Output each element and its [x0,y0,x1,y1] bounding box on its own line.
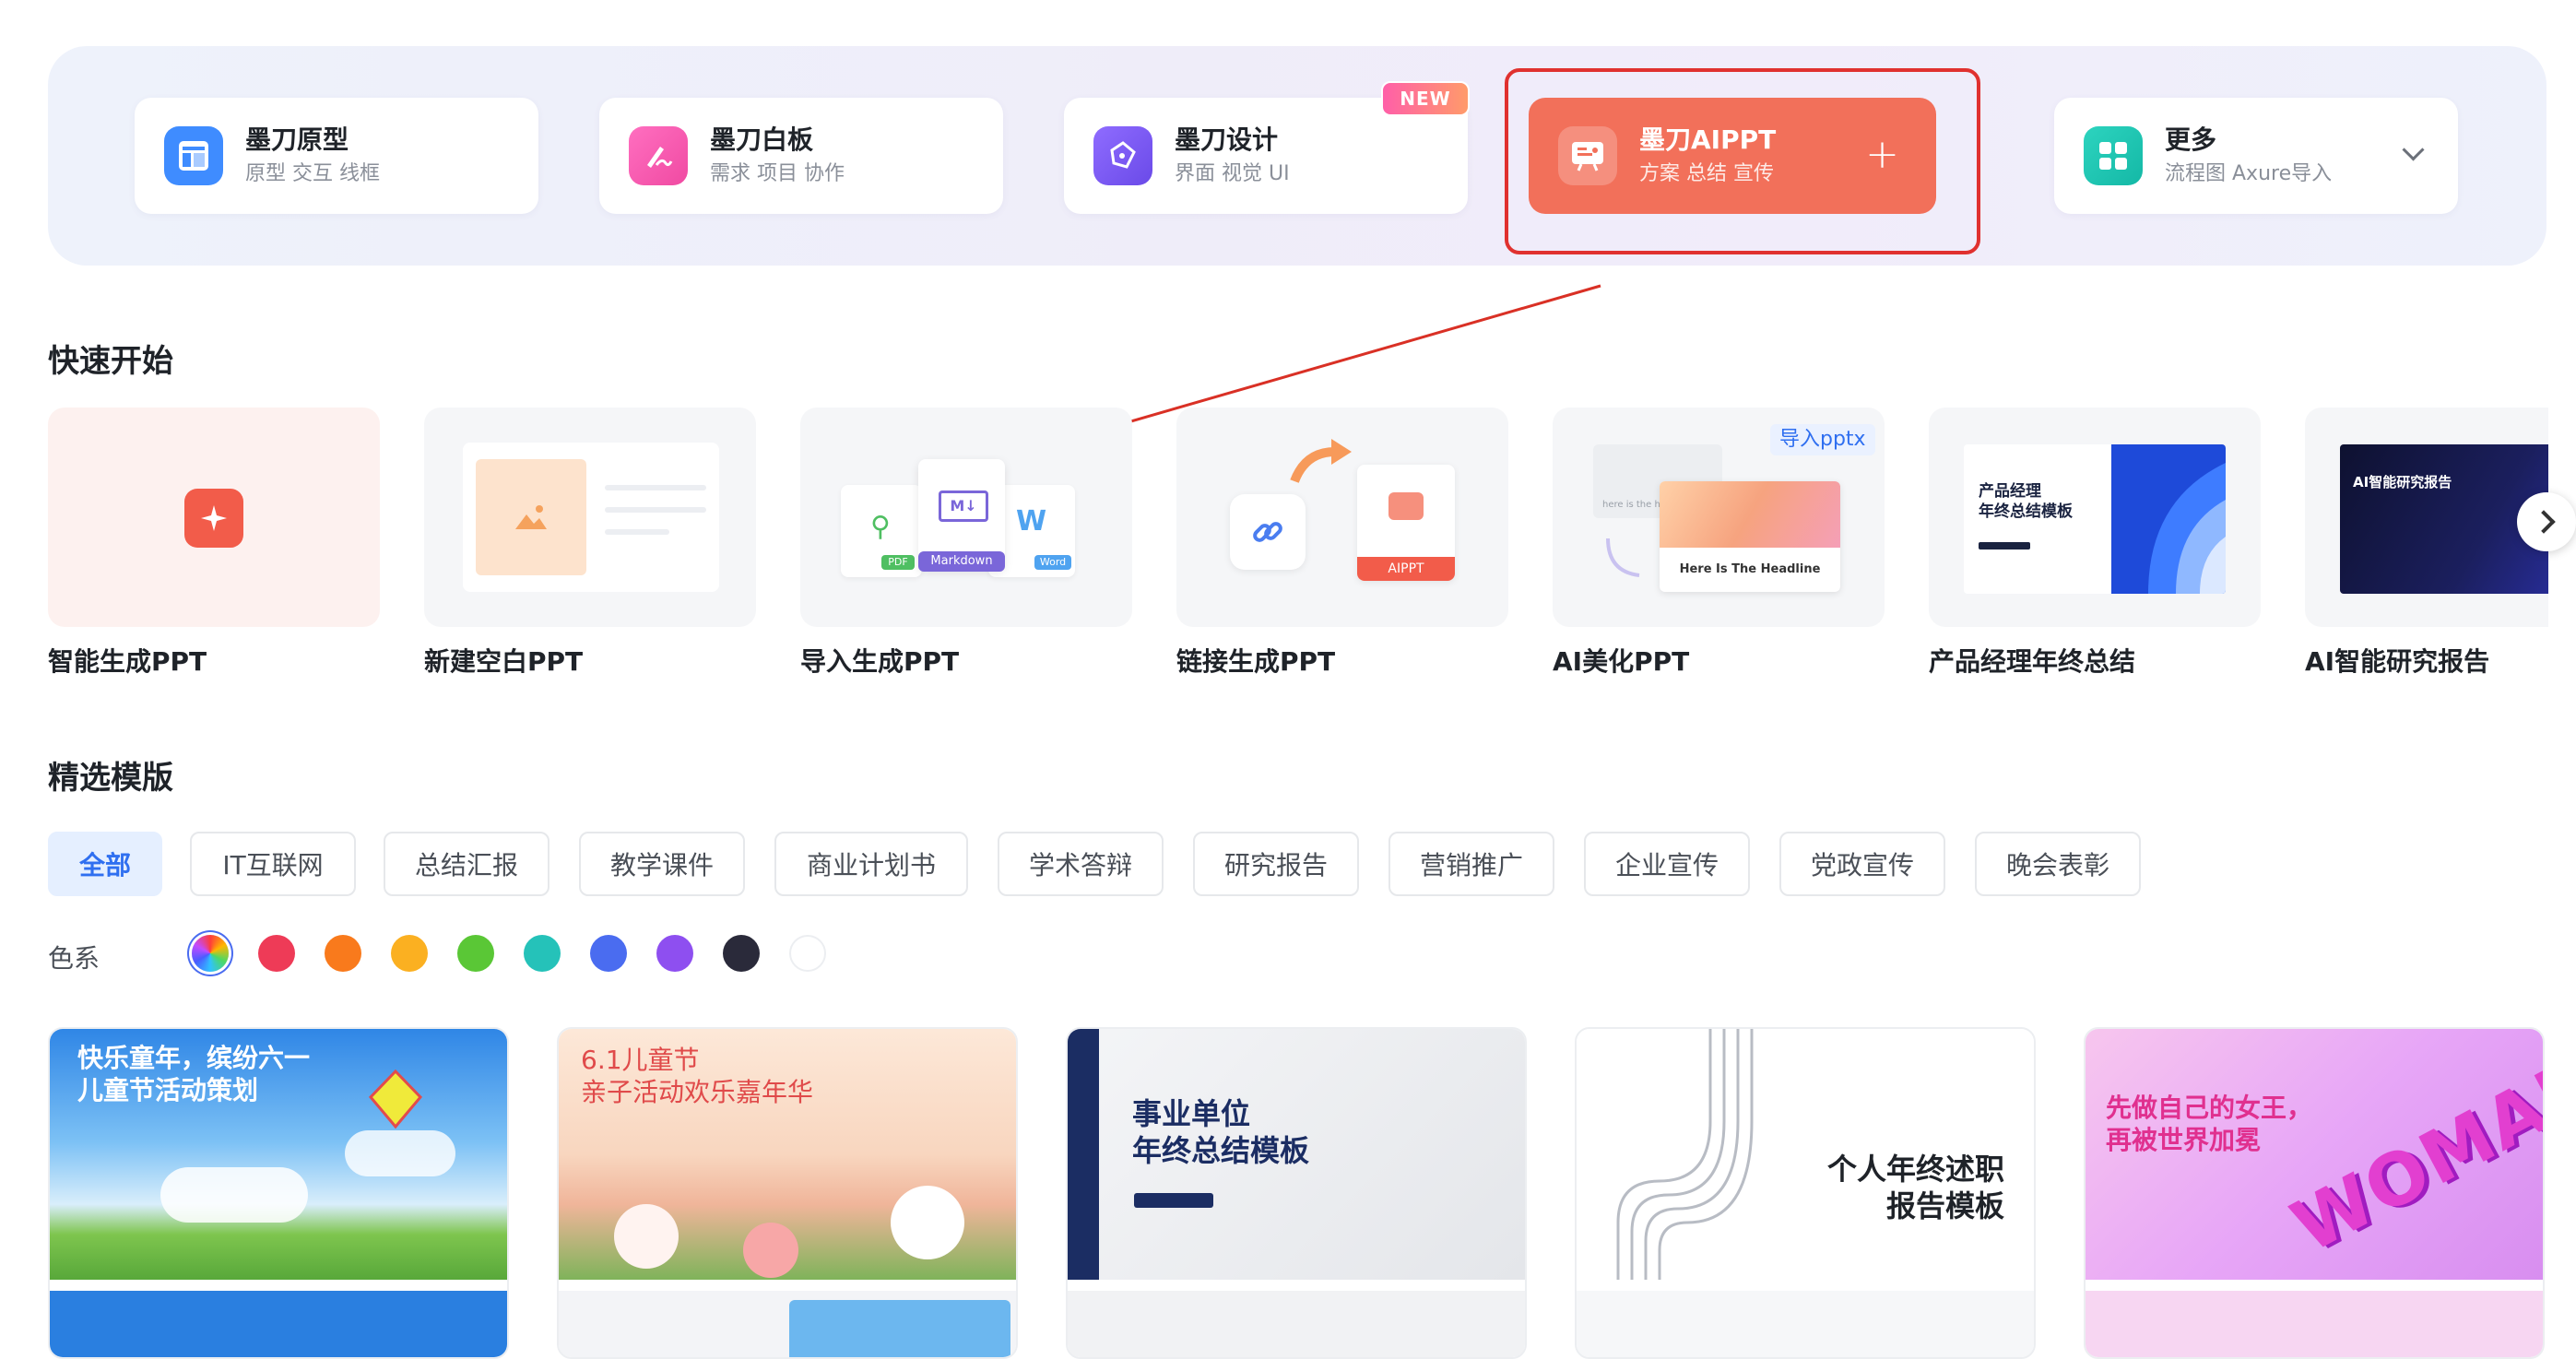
pdf-file-icon: ⚲ PDF [841,485,922,577]
slide-headline: Here Is The Headline [1679,562,1821,576]
quick-start-beautify[interactable]: here is the hea Here Is The Headline 导入p… [1553,408,1885,627]
cloud-shape [160,1167,308,1223]
color-swatch-blue[interactable] [590,935,627,972]
quick-start-ai-report[interactable]: AI智能研究报告 [2305,408,2548,627]
templates-section-title: 精选模版 [48,760,173,797]
link-icon [1230,494,1306,570]
template-card[interactable]: 6.1儿童节 亲子活动欢乐嘉年华 [557,1027,1018,1359]
template-title: 先做自己的女王， 再被世界加冕 [2106,1093,2313,1155]
quick-start-label: AI智能研究报告 [2305,646,2490,677]
placeholder-line [605,485,706,490]
template-sub-slides [1577,1291,2034,1357]
carousel-next-button[interactable] [2517,492,2576,551]
flower-shape [891,1186,964,1259]
arrow-right-icon [1290,439,1352,483]
quick-start-title: 快速开始 [48,343,173,380]
aippt-tag: AIPPT [1357,557,1455,581]
template-sub-slides [50,1291,507,1357]
quick-start-ai-generate[interactable] [48,408,380,627]
category-chip[interactable]: 企业宣传 [1584,832,1750,896]
sub-slide [789,1300,1010,1357]
template-title: 6.1儿童节 亲子活动欢乐嘉年华 [581,1045,814,1107]
word-tag: Word [1034,555,1071,570]
ai-report-slide-title: AI智能研究报告 [2353,474,2452,490]
category-chip[interactable]: 教学课件 [579,832,745,896]
template-card[interactable]: 快乐童年，缤纷六一 儿童节活动策划 [48,1027,509,1359]
markdown-file-icon: M↓ Markdown [918,459,1005,572]
chevron-right-icon [2532,510,2556,534]
template-card[interactable]: WOMAN 先做自己的女王， 再被世界加冕 [2084,1027,2545,1359]
image-placeholder-icon [476,459,586,575]
word-letter: W [1016,505,1047,538]
beautified-slide-preview: Here Is The Headline [1660,481,1840,592]
template-title: 事业单位 年终总结模板 [1132,1096,1310,1168]
color-swatch-white[interactable] [789,935,826,972]
quick-start-label: 导入生成PPT [800,646,960,677]
color-swatch-purple[interactable] [656,935,693,972]
line-art [1616,1029,1754,1280]
slide-banner [1660,481,1840,548]
pm-slide-preview: 产品经理 年终总结模板 [1964,444,2226,594]
quick-start-label: AI美化PPT [1553,646,1690,677]
quick-start-label: 智能生成PPT [48,646,207,677]
category-chip[interactable]: 营销推广 [1388,832,1554,896]
template-sub-slides [1068,1291,1525,1357]
quick-start-import[interactable]: ⚲ PDF W Word M↓ Markdown [800,408,1132,627]
markdown-mark: M↓ [939,490,988,522]
color-filter-label: 色系 [48,943,100,974]
blue-wave-art [2111,444,2226,594]
category-chip[interactable]: IT互联网 [190,832,356,896]
template-sub-slides [559,1291,1016,1357]
quick-start-label: 新建空白PPT [424,646,584,677]
color-swatch-black[interactable] [723,935,760,972]
aippt-mini-icon [1388,492,1424,520]
import-pptx-tag: 导入pptx [1770,424,1875,455]
template-title: 快乐童年，缤纷六一 儿童节活动策划 [77,1043,311,1105]
flower-shape [614,1204,679,1269]
category-chip[interactable]: 总结汇报 [384,832,549,896]
pm-slide-title: 产品经理 年终总结模板 [1979,482,2073,521]
category-chip[interactable]: 学术答辩 [998,832,1164,896]
category-chip[interactable]: 晚会表彰 [1975,832,2141,896]
color-swatch-all[interactable] [192,935,229,972]
aippt-file-icon: AIPPT [1357,465,1455,581]
placeholder-line [605,529,669,535]
quick-start-link[interactable]: AIPPT [1176,408,1508,627]
template-title: 个人年终述职 报告模板 [1826,1152,2004,1223]
template-card[interactable]: 事业单位 年终总结模板 [1066,1027,1527,1359]
quick-start-blank[interactable] [424,408,756,627]
template-tag [1134,1193,1213,1208]
color-swatch-green[interactable] [457,935,494,972]
pm-slide-tag [1979,542,2030,550]
color-swatch-yellow[interactable] [391,935,428,972]
category-chip-all[interactable]: 全部 [48,832,162,896]
category-chip[interactable]: 研究报告 [1193,832,1359,896]
color-swatch-teal[interactable] [524,935,561,972]
cloud-shape [345,1130,455,1176]
flower-shape [743,1223,798,1278]
template-sub-slides [2086,1291,2543,1357]
quick-start-label: 链接生成PPT [1176,646,1336,677]
placeholder-line [605,507,706,513]
quick-start-label: 产品经理年终总结 [1929,646,2136,677]
kite-icon [368,1069,423,1129]
color-swatch-red[interactable] [258,935,295,972]
curve-decoration [1606,538,1640,577]
category-chip[interactable]: 商业计划书 [774,832,968,896]
sparkle-icon [184,489,243,548]
quick-start-pm-summary[interactable]: 产品经理 年终总结模板 [1929,408,2261,627]
navy-sidebar [1068,1029,1099,1280]
category-chip[interactable]: 党政宣传 [1779,832,1945,896]
template-card[interactable]: 个人年终述职 报告模板 [1575,1027,2036,1359]
woman-art-text: WOMAN [2279,1037,2545,1270]
color-swatch-orange[interactable] [325,935,361,972]
markdown-tag: Markdown [918,551,1005,572]
pdf-tag: PDF [881,555,915,570]
